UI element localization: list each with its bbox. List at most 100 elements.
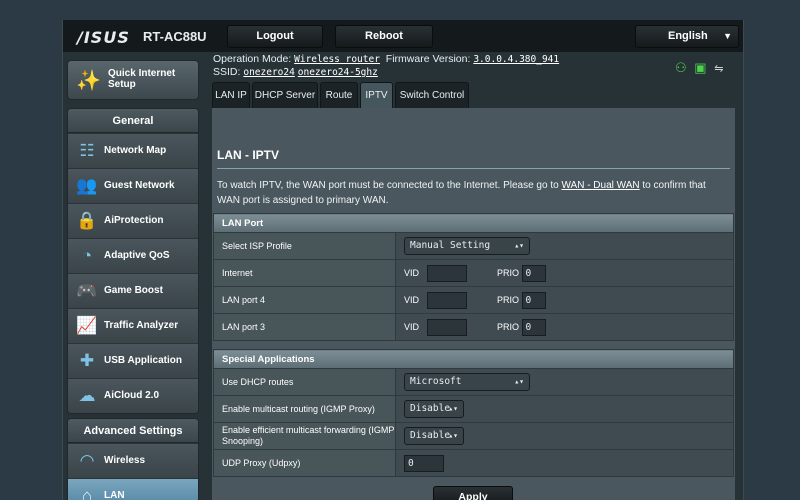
vid-label: VID	[404, 322, 420, 332]
cloud-icon: ☁	[78, 386, 96, 405]
model-name: RT-AC88U	[143, 29, 207, 44]
internet-status-icon[interactable]: ▣	[694, 60, 706, 76]
table-row: LAN port 4 VID PRIO 0	[213, 286, 734, 314]
sidebar-item-label: AiCloud 2.0	[104, 390, 160, 401]
table-row: UDP Proxy (Udpxy) 0	[213, 449, 734, 477]
sidebar-item-usb-application[interactable]: ✚ USB Application	[68, 343, 198, 378]
sidebar-item-label: Traffic Analyzer	[104, 320, 179, 331]
lan-port-heading: LAN Port	[213, 213, 734, 233]
ssid-5ghz-link[interactable]: onezero24-5ghz	[298, 67, 378, 78]
lan-port-4-vid-input[interactable]	[426, 291, 467, 309]
operation-mode-link[interactable]: Wireless router	[294, 54, 380, 65]
quick-internet-setup-button[interactable]: ✨ Quick Internet Setup	[67, 60, 199, 100]
table-row: Enable multicast routing (IGMP Proxy) Di…	[213, 395, 734, 423]
internet-prio-input[interactable]: 0	[521, 264, 546, 282]
sidebar-item-label: AiProtection	[104, 215, 164, 226]
status-icons: ⚇ ▣ ⇋	[675, 60, 727, 76]
apply-button[interactable]: Apply	[433, 486, 513, 500]
content-panel: LAN - IPTV To watch IPTV, the WAN port m…	[212, 108, 735, 500]
isp-profile-select[interactable]: Manual Setting ▴▾	[404, 237, 530, 255]
lan-port-3-vid-input[interactable]	[426, 318, 467, 336]
multicast-routing-select[interactable]: Disable ▴▾	[404, 400, 464, 418]
sidebar-item-label: Adaptive QoS	[104, 250, 170, 261]
lan-port-4-cell: VID PRIO 0	[395, 286, 734, 314]
chevron-updown-icon: ▴▾	[514, 241, 524, 250]
lan-port-3-cell: VID PRIO 0	[395, 313, 734, 341]
sidebar-item-wireless[interactable]: ◠ Wireless	[68, 443, 198, 478]
chevron-updown-icon: ▴▾	[514, 377, 524, 386]
language-select[interactable]: English ▼	[635, 25, 739, 48]
tab-switch-control[interactable]: Switch Control	[395, 82, 469, 108]
language-value: English	[668, 30, 708, 42]
lan-port-4-prio-input[interactable]: 0	[521, 291, 546, 309]
sidebar-item-traffic-analyzer[interactable]: 📈 Traffic Analyzer	[68, 308, 198, 343]
sidebar-general: General ☷ Network Map 👥 Guest Network 🔒 …	[67, 108, 199, 414]
tab-route[interactable]: Route	[320, 82, 358, 108]
gamepad-icon: 🎮	[76, 281, 98, 300]
chart-icon: 📈	[76, 316, 98, 335]
multicast-forwarding-label: Enable efficient multicast forwarding (I…	[213, 422, 396, 450]
sidebar-item-aiprotection[interactable]: 🔒 AiProtection	[68, 203, 198, 238]
logout-button[interactable]: Logout	[227, 25, 323, 48]
sidebar-item-network-map[interactable]: ☷ Network Map	[68, 133, 198, 168]
sidebar-item-aicloud[interactable]: ☁ AiCloud 2.0	[68, 378, 198, 413]
multicast-forwarding-select[interactable]: Disable ▴▾	[404, 427, 464, 445]
gauge-icon: ◔	[81, 246, 93, 265]
sidebar-item-adaptive-qos[interactable]: ◔ Adaptive QoS	[68, 238, 198, 273]
chevron-updown-icon: ▴▾	[448, 404, 458, 413]
firmware-label: Firmware Version:	[385, 53, 471, 65]
lan-port-4-label: LAN port 4	[213, 286, 396, 314]
sidebar-item-label: Wireless	[104, 455, 146, 466]
chevron-updown-icon: ▴▾	[448, 431, 458, 440]
vid-label: VID	[404, 295, 420, 305]
multicast-routing-cell: Disable ▴▾	[395, 395, 734, 423]
quick-internet-setup-label: Quick Internet Setup	[108, 68, 176, 90]
multicast-routing-label: Enable multicast routing (IGMP Proxy)	[213, 395, 396, 423]
reboot-button[interactable]: Reboot	[335, 25, 433, 48]
udp-proxy-cell: 0	[395, 449, 734, 477]
chevron-down-icon: ▼	[723, 31, 732, 41]
sidebar-item-guest-network[interactable]: 👥 Guest Network	[68, 168, 198, 203]
table-row: Use DHCP routes Microsoft ▴▾	[213, 368, 734, 396]
client-status-icon[interactable]: ⚇	[675, 60, 687, 76]
dhcp-routes-value: Microsoft	[410, 376, 462, 387]
sidebar-item-label: Network Map	[104, 145, 167, 156]
sidebar-item-label: Guest Network	[104, 180, 175, 191]
dhcp-routes-cell: Microsoft ▴▾	[395, 368, 734, 396]
wand-icon: ✨	[76, 70, 101, 92]
multicast-routing-value: Disable	[410, 403, 451, 414]
dhcp-routes-select[interactable]: Microsoft ▴▾	[404, 373, 530, 391]
general-heading: General	[68, 109, 198, 133]
firmware-link[interactable]: 3.0.0.4.380_941	[473, 54, 559, 65]
isp-profile-label: Select ISP Profile	[213, 232, 396, 260]
lock-icon: 🔒	[76, 211, 98, 230]
lan-port-3-prio-input[interactable]: 0	[521, 318, 546, 336]
ssid-24ghz-link[interactable]: onezero24	[243, 67, 294, 78]
isp-profile-cell: Manual Setting ▴▾	[395, 232, 734, 260]
puzzle-icon: ✚	[79, 351, 95, 370]
multicast-forwarding-cell: Disable ▴▾	[395, 422, 734, 450]
tab-iptv[interactable]: IPTV	[360, 82, 393, 108]
table-row: LAN port 3 VID PRIO 0	[213, 313, 734, 341]
sidebar-item-lan[interactable]: ⌂ LAN	[68, 478, 198, 500]
internet-label: Internet	[213, 259, 396, 287]
usb-status-icon[interactable]: ⇋	[714, 62, 723, 75]
internet-cell: VID PRIO 0	[395, 259, 734, 287]
table-row: Internet VID PRIO 0	[213, 259, 734, 287]
ssid-label: SSID:	[213, 66, 241, 78]
sidebar-item-game-boost[interactable]: 🎮 Game Boost	[68, 273, 198, 308]
vid-label: VID	[404, 268, 420, 278]
internet-vid-input[interactable]	[426, 264, 467, 282]
asus-logo: /ISUS	[77, 28, 130, 47]
udp-proxy-label: UDP Proxy (Udpxy)	[213, 449, 396, 477]
sidebar-item-label: Game Boost	[104, 285, 163, 296]
page-title: LAN - IPTV	[217, 148, 279, 162]
home-icon: ⌂	[81, 486, 93, 500]
sidebar-item-label: USB Application	[104, 355, 182, 366]
operation-mode-label: Operation Mode:	[213, 53, 292, 65]
tab-dhcp-server[interactable]: DHCP Server	[252, 82, 318, 108]
tab-lan-ip[interactable]: LAN IP	[212, 82, 250, 108]
udp-proxy-input[interactable]: 0	[404, 454, 444, 472]
prio-label: PRIO	[497, 268, 520, 278]
wan-dual-wan-link[interactable]: WAN - Dual WAN	[561, 180, 639, 191]
